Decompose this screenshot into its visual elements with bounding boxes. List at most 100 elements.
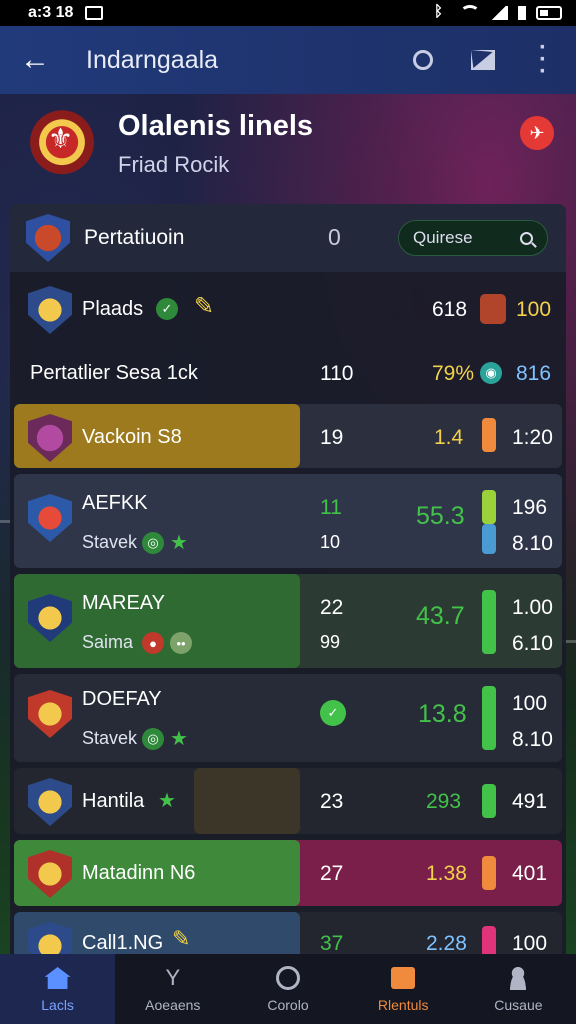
home-icon-wrap [44, 965, 72, 991]
crest-icon [26, 214, 70, 262]
team-subtitle: Friad Rocik [118, 152, 230, 177]
row-value-c: 1:20 [512, 426, 553, 449]
status-time: a:3 18 [28, 4, 74, 21]
list-item[interactable]: Pertatlier Sesa 1ck 110 79% ◉ 816 [14, 344, 562, 400]
row-value-b: 13.8 [418, 700, 467, 728]
nav-label: Corolo [267, 997, 309, 1013]
row-value-a: 110 [320, 362, 354, 385]
nav-label: Rlentuls [377, 997, 429, 1013]
panel-count: 0 [328, 224, 341, 250]
row-value-b: 1.38 [426, 862, 467, 885]
row-name: Pertatlier Sesa 1ck [30, 362, 198, 384]
form-bar [482, 784, 496, 818]
list-item[interactable]: Hantila ★ 23 293 491 [14, 768, 562, 834]
row-name: Call1.NG [82, 932, 164, 954]
badge-icon: ● [142, 632, 164, 654]
row-value-a: 618 [432, 298, 468, 321]
box-icon-wrap [389, 965, 417, 991]
form-bar [482, 856, 496, 890]
search-input[interactable]: Quirese [398, 220, 548, 256]
edit-button[interactable] [470, 47, 496, 73]
row-highlight [194, 768, 300, 834]
row-name: MAREAY [82, 592, 165, 614]
row-subtitle: Stavek [82, 532, 138, 552]
form-bar [482, 490, 496, 524]
row-subtitle: Stavek [82, 728, 138, 748]
nav-label: Aoeaens [145, 997, 201, 1013]
nav-item-awards[interactable]: Y Aoeaens [115, 954, 230, 1024]
form-bar [482, 686, 496, 750]
row-value-b: 100 [516, 298, 552, 321]
star-icon: ★ [170, 532, 188, 554]
signal-icon [490, 6, 508, 20]
page-title: Indarngaala [86, 45, 219, 74]
nav-item-profile[interactable]: Cusaue [461, 954, 576, 1024]
star-icon: ★ [170, 728, 188, 750]
star-icon: ★ [158, 790, 176, 812]
profile-search-button[interactable] [410, 47, 436, 73]
row-name: Vackoin S8 [82, 426, 182, 448]
row-value-b: 43.7 [416, 602, 465, 630]
list-item[interactable]: Matadinn N6 27 1.38 401 [14, 840, 562, 906]
list-item[interactable]: MAREAY Saima ● •• 22 99 43.7 1.00 6.10 [14, 574, 562, 668]
row-value-a: 27 [320, 862, 344, 885]
sim-icon [518, 6, 526, 20]
row-value-c: 1.00 [512, 596, 553, 619]
nav-label: Lacls [41, 997, 74, 1013]
more-options-icon[interactable]: · · · [530, 36, 556, 84]
list-item[interactable]: DOEFAY Stavek ◎ ★ ✓ 13.8 100 8.10 [14, 674, 562, 762]
row-name: Plaads [82, 298, 144, 320]
crest-icon [28, 286, 72, 334]
list-item[interactable]: Vackoin S8 19 1.4 1:20 [14, 404, 562, 468]
nav-item-circle[interactable]: Corolo [230, 954, 345, 1024]
row-value-c: 491 [512, 790, 548, 813]
row-value-c: 196 [512, 496, 548, 519]
back-arrow-icon[interactable]: ← [20, 43, 60, 77]
pencil-icon: ✎ [172, 926, 191, 951]
row-value-b: 293 [426, 790, 462, 813]
edit-icon [471, 50, 495, 70]
row-value-b: 2.28 [426, 932, 467, 955]
action-badge-button[interactable]: ✈ [520, 116, 554, 150]
list-item[interactable]: AEFKK Stavek ◎ ★ 11 10 55.3 196 8.10 [14, 474, 562, 568]
user-icon [507, 966, 530, 990]
standings-panel: Pertatiuoin 0 Quirese Plaads ✓ ✎ 618 100… [10, 204, 566, 964]
form-bar [482, 418, 496, 452]
battery-icon [536, 6, 562, 20]
team-crest-icon [24, 108, 100, 184]
form-bar [482, 590, 496, 654]
list-item[interactable]: Plaads ✓ ✎ 618 100 [14, 278, 562, 338]
row-value-c2: 8.10 [512, 728, 553, 751]
status-bar: a:3 18 [0, 0, 576, 26]
badge-icon: ◎ [142, 728, 164, 750]
team-header: Olalenis linels Friad Rocik ✈ [0, 94, 576, 204]
badge-icon: •• [170, 632, 192, 654]
row-value-b: 55.3 [416, 502, 465, 530]
row-name: DOEFAY [82, 688, 162, 710]
row-value-c: 100 [512, 932, 548, 955]
panel-header: Pertatiuoin 0 Quirese [10, 204, 566, 272]
row-value-b: 1.4 [434, 426, 464, 449]
circle-icon-wrap [274, 965, 302, 991]
shield-check-icon: ✓ [156, 298, 178, 320]
row-value-a: 23 [320, 790, 344, 813]
nav-item-results[interactable]: Rlentuls [346, 954, 461, 1024]
row-name: Matadinn N6 [82, 862, 196, 884]
check-icon: ✓ [320, 700, 346, 726]
nav-item-home[interactable]: Lacls [0, 954, 116, 1024]
search-placeholder: Quirese [413, 228, 473, 247]
row-subtitle: Saima [82, 632, 134, 652]
row-name: AEFKK [82, 492, 148, 514]
row-value-a: 22 [320, 596, 344, 619]
team-name: Olalenis linels [118, 110, 314, 142]
badge-icon: ◎ [142, 532, 164, 554]
image-notification-icon [85, 6, 104, 20]
person-icon [413, 50, 433, 70]
user-icon-wrap [504, 965, 532, 991]
home-icon [44, 967, 71, 989]
row-value-a2: 10 [320, 532, 341, 552]
app-bar: ← Indarngaala · · · [0, 26, 576, 94]
row-value-a: 11 [320, 496, 342, 519]
nav-label: Cusaue [494, 997, 543, 1013]
row-value-c2: 8.10 [512, 532, 553, 555]
